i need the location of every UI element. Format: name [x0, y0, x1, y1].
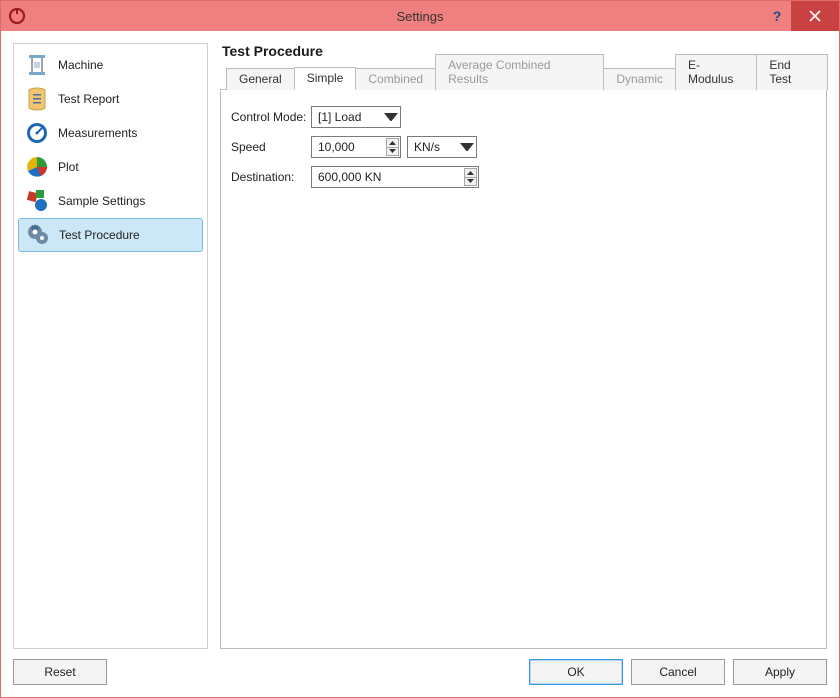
- sidebar-item-label: Machine: [58, 58, 103, 72]
- test-procedure-icon: [25, 222, 51, 248]
- control-mode-value: [1] Load: [318, 110, 361, 124]
- tab-end-test[interactable]: End Test: [756, 54, 828, 90]
- speed-spin-buttons[interactable]: [386, 138, 399, 156]
- sidebar-item-test-report[interactable]: Test Report: [18, 82, 203, 116]
- spin-down-icon[interactable]: [386, 147, 399, 157]
- destination-label: Destination:: [231, 170, 311, 184]
- report-icon: [24, 86, 50, 112]
- footer: Reset OK Cancel Apply: [13, 657, 827, 687]
- reset-button[interactable]: Reset: [13, 659, 107, 685]
- chevron-down-icon: [460, 139, 474, 155]
- ok-button[interactable]: OK: [529, 659, 623, 685]
- help-button[interactable]: ?: [763, 1, 791, 31]
- destination-value: 600,000 KN: [318, 170, 381, 184]
- speed-value: 10,000: [318, 140, 355, 154]
- titlebar: Settings ?: [1, 1, 839, 31]
- tab-combined[interactable]: Combined: [355, 68, 436, 90]
- settings-window: Settings ? Machine: [0, 0, 840, 698]
- content-pane: Test Procedure General Simple Combined A…: [220, 43, 827, 649]
- tabstrip: General Simple Combined Average Combined…: [220, 65, 827, 90]
- sidebar-item-test-procedure[interactable]: Test Procedure: [18, 218, 203, 252]
- sample-settings-icon: [24, 188, 50, 214]
- close-button[interactable]: [791, 1, 839, 31]
- sidebar-item-sample-settings[interactable]: Sample Settings: [18, 184, 203, 218]
- sidebar-item-label: Test Report: [58, 92, 119, 106]
- sidebar-item-label: Sample Settings: [58, 194, 145, 208]
- speed-input[interactable]: 10,000: [311, 136, 401, 158]
- tab-average-combined-results[interactable]: Average Combined Results: [435, 54, 604, 90]
- machine-icon: [24, 52, 50, 78]
- sidebar-item-label: Test Procedure: [59, 228, 140, 242]
- spin-down-icon[interactable]: [464, 177, 477, 187]
- speed-unit-value: KN/s: [414, 140, 440, 154]
- sidebar-item-machine[interactable]: Machine: [18, 48, 203, 82]
- speed-label: Speed: [231, 140, 311, 154]
- tab-simple[interactable]: Simple: [294, 67, 357, 90]
- measurements-icon: [24, 120, 50, 146]
- tabpage-simple: Control Mode: [1] Load Speed 10,000: [220, 90, 827, 649]
- window-title: Settings: [1, 9, 839, 24]
- destination-spin-buttons[interactable]: [464, 168, 477, 186]
- sidebar-item-label: Measurements: [58, 126, 137, 140]
- chevron-down-icon: [384, 109, 398, 125]
- client-area: Machine Test Report Measurements: [1, 31, 839, 697]
- close-icon: [809, 10, 821, 22]
- sidebar: Machine Test Report Measurements: [13, 43, 208, 649]
- sidebar-item-measurements[interactable]: Measurements: [18, 116, 203, 150]
- tab-e-modulus[interactable]: E-Modulus: [675, 54, 757, 90]
- tab-dynamic[interactable]: Dynamic: [603, 68, 676, 90]
- speed-unit-combo[interactable]: KN/s: [407, 136, 477, 158]
- tab-general[interactable]: General: [226, 68, 295, 90]
- main-area: Machine Test Report Measurements: [13, 43, 827, 649]
- control-mode-combo[interactable]: [1] Load: [311, 106, 401, 128]
- destination-input[interactable]: 600,000 KN: [311, 166, 479, 188]
- app-icon: [7, 6, 27, 26]
- spin-up-icon[interactable]: [386, 138, 399, 147]
- spin-up-icon[interactable]: [464, 168, 477, 177]
- control-mode-label: Control Mode:: [231, 110, 311, 124]
- sidebar-item-plot[interactable]: Plot: [18, 150, 203, 184]
- plot-icon: [24, 154, 50, 180]
- apply-button[interactable]: Apply: [733, 659, 827, 685]
- cancel-button[interactable]: Cancel: [631, 659, 725, 685]
- sidebar-item-label: Plot: [58, 160, 79, 174]
